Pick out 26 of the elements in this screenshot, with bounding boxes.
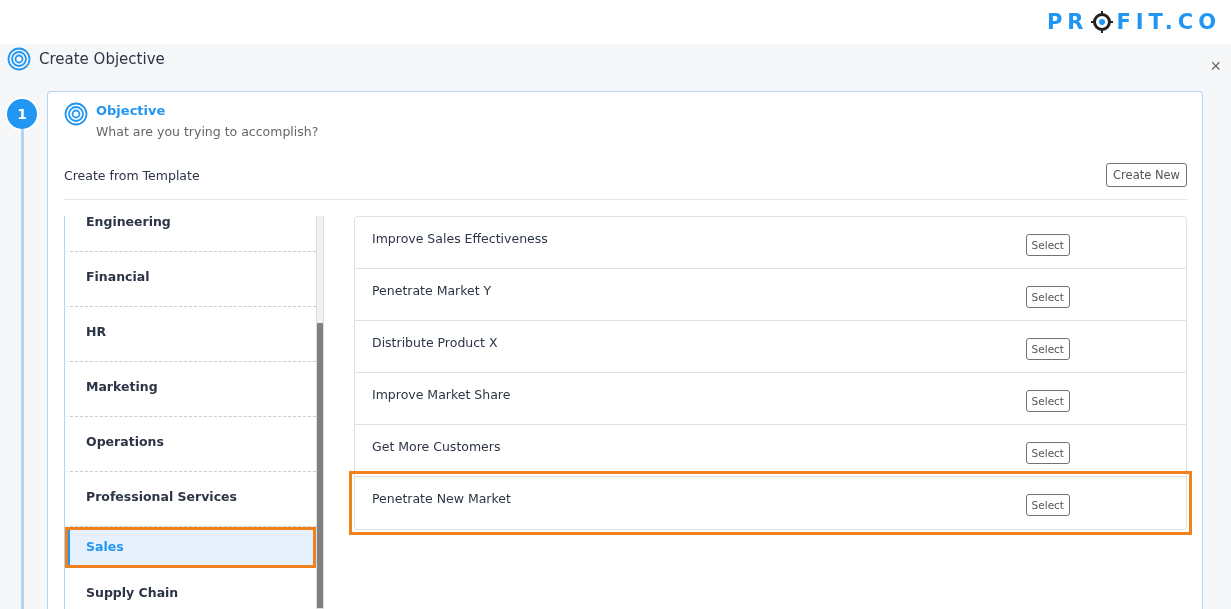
- step-number: 1: [7, 99, 37, 129]
- logo-text: FIT.CO: [1116, 10, 1221, 34]
- target-icon: [64, 102, 88, 126]
- template-title: Penetrate New Market: [372, 491, 511, 506]
- logo-text: PR: [1046, 10, 1089, 34]
- select-button[interactable]: Select: [1025, 286, 1070, 308]
- category-item[interactable]: Engineering: [65, 216, 316, 252]
- close-button[interactable]: ×: [1208, 55, 1223, 77]
- template-title: Penetrate Market Y: [372, 283, 492, 298]
- target-icon: [1091, 11, 1114, 33]
- template-title: Get More Customers: [372, 439, 501, 454]
- step-subtitle: What are you trying to accomplish?: [96, 124, 319, 139]
- create-new-button[interactable]: Create New: [1106, 163, 1187, 187]
- select-button[interactable]: Select: [1025, 390, 1070, 412]
- scrollbar-thumb[interactable]: [317, 323, 323, 608]
- select-button[interactable]: Select: [1025, 494, 1070, 516]
- target-icon: [7, 47, 31, 71]
- template-title: Improve Market Share: [372, 387, 511, 402]
- template-title: Improve Sales Effectiveness: [372, 231, 548, 246]
- dialog-title: Create Objective: [39, 50, 165, 68]
- select-button[interactable]: Select: [1025, 234, 1070, 256]
- template-title: Distribute Product X: [372, 335, 498, 350]
- section-label: Create from Template: [64, 167, 200, 183]
- select-button[interactable]: Select: [1025, 338, 1070, 360]
- step-title: Objective: [96, 102, 167, 120]
- select-button[interactable]: Select: [1025, 442, 1070, 464]
